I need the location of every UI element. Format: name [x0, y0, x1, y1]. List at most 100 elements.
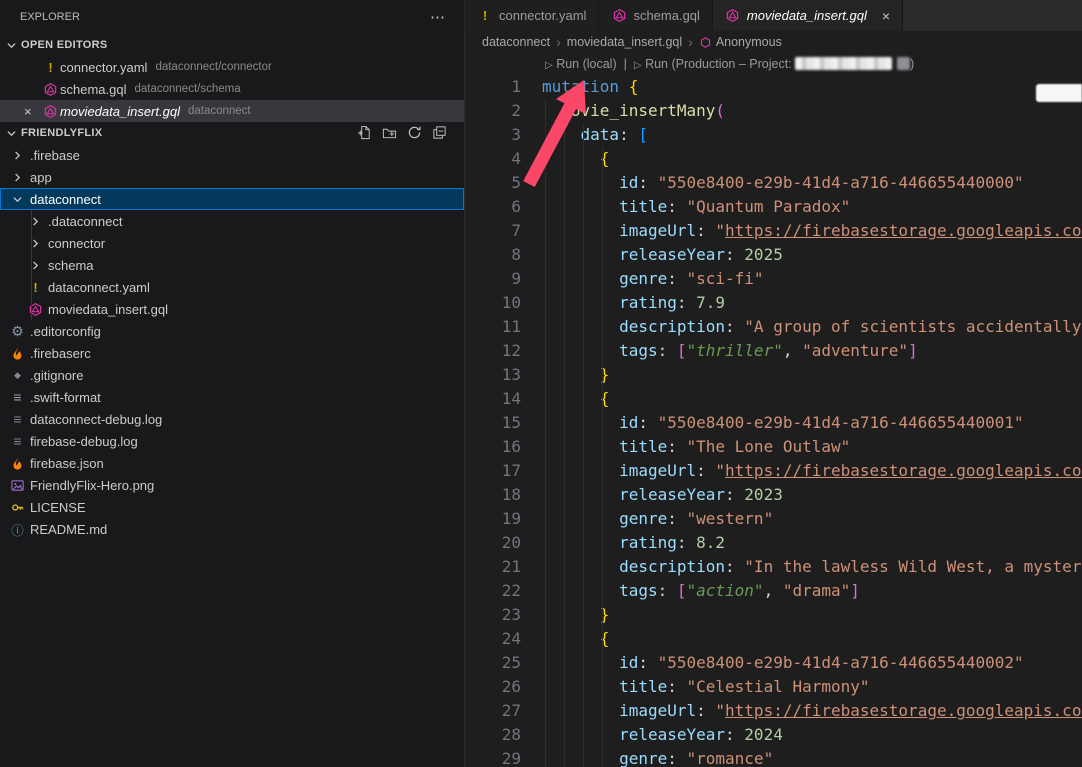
line-number[interactable]: 21	[465, 555, 533, 579]
line-number[interactable]: 17	[465, 459, 533, 483]
breadcrumb-item[interactable]: Anonymous	[699, 35, 782, 49]
open-editors-header[interactable]: OPEN EDITORS	[0, 34, 464, 56]
line-number[interactable]: 14	[465, 387, 533, 411]
line-number[interactable]: 10	[465, 291, 533, 315]
breadcrumb-item[interactable]: dataconnect	[482, 35, 550, 49]
tree-item-dataconnect-debug.log[interactable]: ≡dataconnect-debug.log	[0, 408, 464, 430]
tree-item-.firebase[interactable]: .firebase	[0, 144, 464, 166]
tab-schema.gql[interactable]: schema.gql	[599, 0, 712, 31]
close-icon[interactable]: ×	[24, 104, 41, 119]
line-number[interactable]: 9	[465, 267, 533, 291]
code-line[interactable]: 6 title: "Quantum Paradox"	[465, 195, 1082, 219]
tree-item-firebase-debug.log[interactable]: ≡firebase-debug.log	[0, 430, 464, 452]
code-line[interactable]: 5 id: "550e8400-e29b-41d4-a716-446655440…	[465, 171, 1082, 195]
tree-item-.editorconfig[interactable]: ⚙.editorconfig	[0, 320, 464, 342]
code-line[interactable]: 25 id: "550e8400-e29b-41d4-a716-44665544…	[465, 651, 1082, 675]
breadcrumb-item[interactable]: moviedata_insert.gql	[567, 35, 682, 49]
open-editor-item[interactable]: !connector.yamldataconnect/connector	[0, 56, 464, 78]
new-folder-icon[interactable]	[382, 125, 398, 141]
line-number[interactable]: 24	[465, 627, 533, 651]
tree-item-dataconnect[interactable]: dataconnect	[0, 188, 464, 210]
line-number[interactable]: 27	[465, 699, 533, 723]
tree-item-schema[interactable]: schema	[0, 254, 464, 276]
code-line[interactable]: 19 genre: "western"	[465, 507, 1082, 531]
code-line[interactable]: 3 data: [	[465, 123, 1082, 147]
refresh-icon[interactable]	[407, 125, 423, 141]
line-number[interactable]: 18	[465, 483, 533, 507]
code-line[interactable]: 12 tags: ["thriller", "adventure"]	[465, 339, 1082, 363]
code-line[interactable]: 24 {	[465, 627, 1082, 651]
more-actions-icon[interactable]: ⋯	[430, 8, 446, 26]
code-line[interactable]: 14 {	[465, 387, 1082, 411]
code-line[interactable]: 7 imageUrl: "https://firebasestorage.goo…	[465, 219, 1082, 243]
tree-item-firebase.json[interactable]: firebase.json	[0, 452, 464, 474]
new-file-icon[interactable]	[357, 125, 373, 141]
run-local-link[interactable]: ▷ Run (local)	[545, 57, 617, 71]
tree-item-.swift-format[interactable]: ≡.swift-format	[0, 386, 464, 408]
code-editor[interactable]: ▷ Run (local)|▷ Run (Production – Projec…	[465, 53, 1082, 767]
line-number[interactable]: 4	[465, 147, 533, 171]
line-number[interactable]: 5	[465, 171, 533, 195]
line-number[interactable]: 1	[465, 75, 533, 99]
line-number[interactable]: 12	[465, 339, 533, 363]
open-editor-item[interactable]: schema.gqldataconnect/schema	[0, 78, 464, 100]
line-number[interactable]: 7	[465, 219, 533, 243]
play-icon: ▷	[545, 60, 553, 71]
code-line[interactable]: 22 tags: ["action", "drama"]	[465, 579, 1082, 603]
tree-item-moviedata_insert.gql[interactable]: moviedata_insert.gql	[0, 298, 464, 320]
tree-item-connector[interactable]: connector	[0, 232, 464, 254]
tree-item-.dataconnect[interactable]: .dataconnect	[0, 210, 464, 232]
line-number[interactable]: 16	[465, 435, 533, 459]
code-line[interactable]: 8 releaseYear: 2025	[465, 243, 1082, 267]
chevron-right-icon	[26, 213, 45, 229]
code-line[interactable]: 20 rating: 8.2	[465, 531, 1082, 555]
run-production-link[interactable]: ▷ Run (Production – Project: )	[634, 57, 914, 71]
line-number[interactable]: 15	[465, 411, 533, 435]
line-number[interactable]: 22	[465, 579, 533, 603]
tab-connector.yaml[interactable]: !connector.yaml	[465, 0, 599, 31]
code-line[interactable]: 26 title: "Celestial Harmony"	[465, 675, 1082, 699]
line-number[interactable]: 29	[465, 747, 533, 767]
tree-item-FriendlyFlix-Hero.png[interactable]: FriendlyFlix-Hero.png	[0, 474, 464, 496]
code-line[interactable]: 16 title: "The Lone Outlaw"	[465, 435, 1082, 459]
line-number[interactable]: 8	[465, 243, 533, 267]
code-line[interactable]: 11 description: "A group of scientists a…	[465, 315, 1082, 339]
line-number[interactable]: 2	[465, 99, 533, 123]
tree-item-LICENSE[interactable]: LICENSE	[0, 496, 464, 518]
tree-item-.gitignore[interactable]: ◆.gitignore	[0, 364, 464, 386]
line-number[interactable]: 26	[465, 675, 533, 699]
code-line[interactable]: 13 }	[465, 363, 1082, 387]
code-line[interactable]: 21 description: "In the lawless Wild Wes…	[465, 555, 1082, 579]
line-number[interactable]: 19	[465, 507, 533, 531]
code-line[interactable]: 2 movie_insertMany(	[465, 99, 1082, 123]
code-line[interactable]: 28 releaseYear: 2024	[465, 723, 1082, 747]
line-number[interactable]: 25	[465, 651, 533, 675]
line-number[interactable]: 6	[465, 195, 533, 219]
code-line[interactable]: 15 id: "550e8400-e29b-41d4-a716-44665544…	[465, 411, 1082, 435]
line-number[interactable]: 20	[465, 531, 533, 555]
code-line[interactable]: 10 rating: 7.9	[465, 291, 1082, 315]
line-number[interactable]: 13	[465, 363, 533, 387]
close-icon[interactable]: ×	[882, 8, 890, 24]
tree-item-.firebaserc[interactable]: .firebaserc	[0, 342, 464, 364]
code-line[interactable]: 9 genre: "sci-fi"	[465, 267, 1082, 291]
code-line[interactable]: 17 imageUrl: "https://firebasestorage.go…	[465, 459, 1082, 483]
code-line[interactable]: 27 imageUrl: "https://firebasestorage.go…	[465, 699, 1082, 723]
code-text: genre: "romance"	[533, 747, 773, 767]
code-line[interactable]: 1mutation {	[465, 75, 1082, 99]
line-number[interactable]: 23	[465, 603, 533, 627]
code-line[interactable]: 18 releaseYear: 2023	[465, 483, 1082, 507]
tab-moviedata_insert.gql[interactable]: moviedata_insert.gql×	[713, 0, 903, 31]
tree-item-dataconnect.yaml[interactable]: !dataconnect.yaml	[0, 276, 464, 298]
line-number[interactable]: 28	[465, 723, 533, 747]
tree-item-README.md[interactable]: ⓘREADME.md	[0, 518, 464, 540]
line-number[interactable]: 3	[465, 123, 533, 147]
workspace-header[interactable]: FRIENDLYFLIX	[0, 122, 464, 144]
collapse-all-icon[interactable]	[432, 125, 448, 141]
open-editor-item[interactable]: ×moviedata_insert.gqldataconnect	[0, 100, 464, 122]
code-line[interactable]: 23 }	[465, 603, 1082, 627]
code-line[interactable]: 29 genre: "romance"	[465, 747, 1082, 767]
code-line[interactable]: 4 {	[465, 147, 1082, 171]
line-number[interactable]: 11	[465, 315, 533, 339]
tree-item-app[interactable]: app	[0, 166, 464, 188]
